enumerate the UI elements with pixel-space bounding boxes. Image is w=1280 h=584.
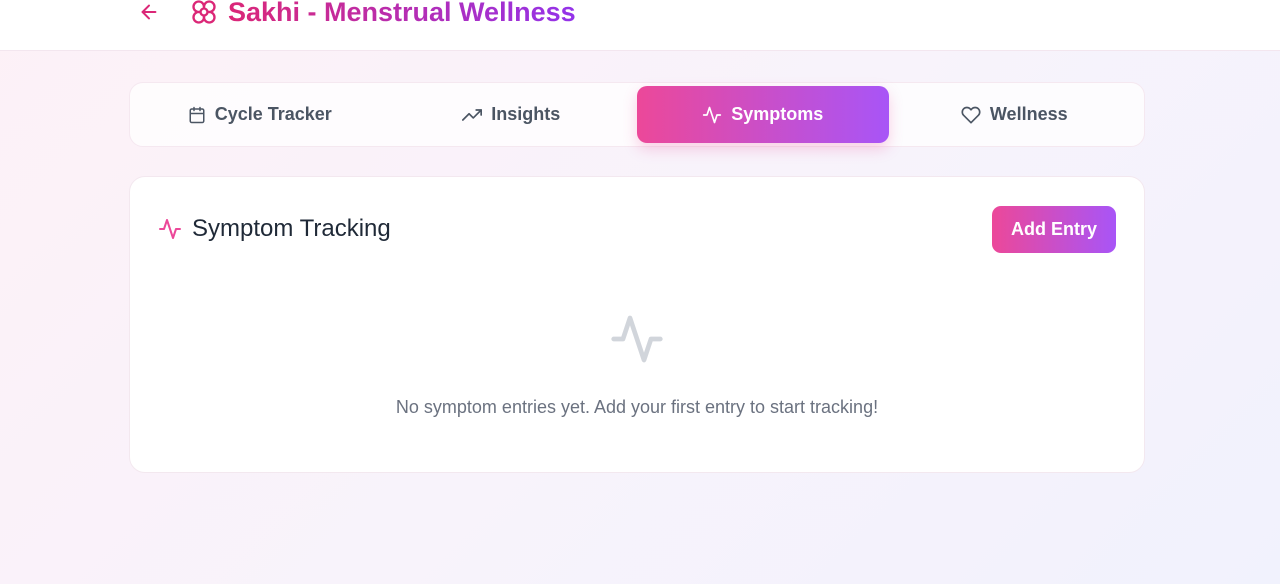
- activity-icon: [611, 315, 663, 363]
- flower-icon: [192, 0, 216, 24]
- tab-label: Symptoms: [731, 104, 824, 124]
- calendar-icon: [189, 106, 205, 123]
- brand: Sakhi - Menstrual Wellness: [190, 0, 576, 30]
- tab-label: Wellness: [989, 104, 1068, 124]
- empty-state: No symptom entries yet. Add your first e…: [130, 311, 1144, 418]
- add-entry-button[interactable]: Add Entry: [992, 206, 1116, 253]
- tab-label: Insights: [491, 104, 561, 124]
- arrow-left-icon: [141, 4, 157, 20]
- app-header: Sakhi - Menstrual Wellness: [0, 0, 1280, 51]
- empty-state-message: No symptom entries yet. Add your first e…: [395, 397, 879, 417]
- back-button[interactable]: [136, 0, 162, 24]
- tab-label: Cycle Tracker: [214, 104, 332, 124]
- activity-icon: [159, 219, 181, 239]
- tab-bar: Cycle Tracker Insights Symptoms Wellness: [129, 82, 1145, 147]
- trending-up-icon: [462, 108, 483, 121]
- heart-icon: [961, 106, 981, 124]
- card-title: Symptom Tracking: [158, 215, 391, 243]
- app-title: Sakhi - Menstrual Wellness: [228, 0, 576, 28]
- tab-wellness[interactable]: Wellness: [889, 86, 1141, 143]
- activity-icon: [703, 106, 722, 123]
- tab-insights[interactable]: Insights: [386, 86, 638, 143]
- tab-symptoms[interactable]: Symptoms: [637, 86, 889, 143]
- card-title-text: Symptom Tracking: [192, 215, 391, 242]
- symptom-tracking-card: Symptom Tracking Add Entry No symptom en…: [129, 176, 1145, 473]
- tab-cycle-tracker[interactable]: Cycle Tracker: [134, 86, 386, 143]
